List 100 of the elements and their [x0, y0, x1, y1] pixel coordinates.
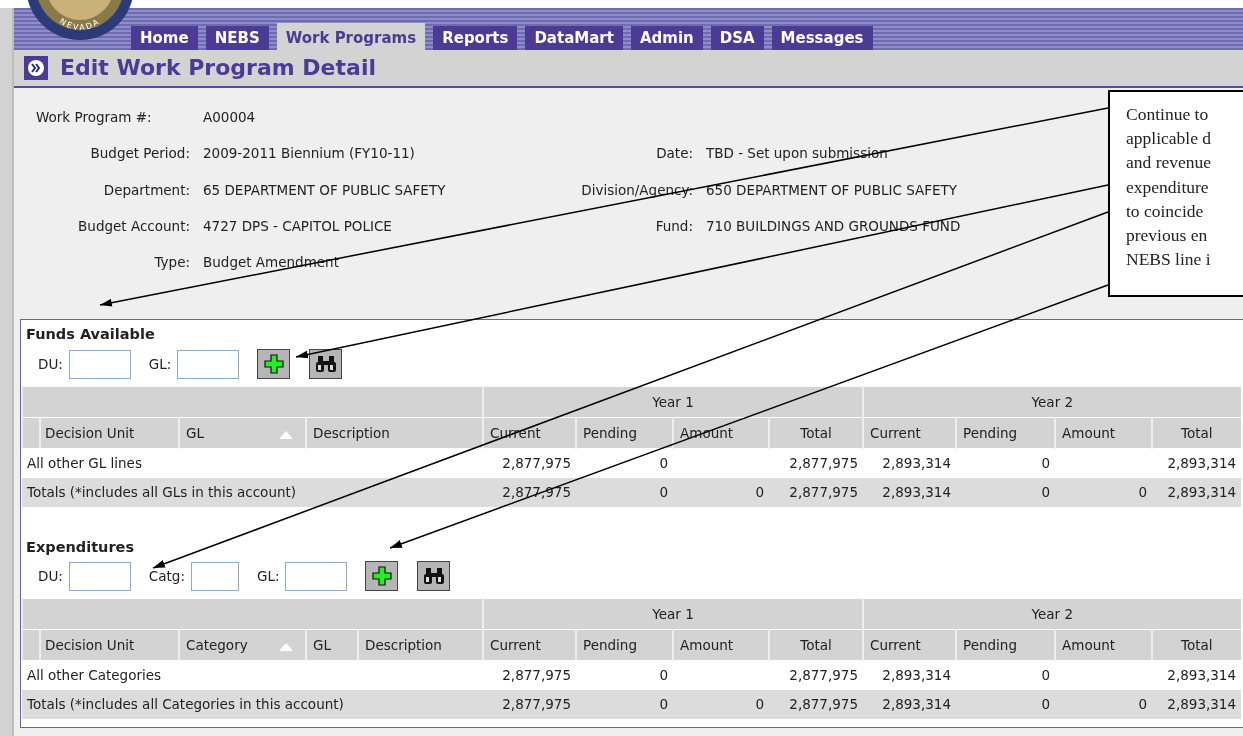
table-cell: 2,877,975 [483, 448, 577, 478]
field-label: GL: [256, 567, 280, 587]
section-title: Funds Available [25, 325, 156, 345]
field-value: 2009-2011 Biennium (FY10-11) [203, 144, 416, 164]
table-cell: 2,877,975 [769, 660, 864, 690]
input-field[interactable] [190, 561, 239, 591]
binoculars-icon [423, 567, 445, 586]
field-label: Type: [153, 253, 190, 272]
field-value: 650 DEPARTMENT OF PUBLIC SAFETY [706, 180, 958, 200]
search-button[interactable] [417, 561, 451, 592]
column-group-header: Year 1 [483, 598, 864, 630]
callout-text: NEBS line i [1126, 248, 1211, 272]
field-value: 4727 DPS - CAPITOL POLICE [203, 216, 393, 236]
field-value: 65 DEPARTMENT OF PUBLIC SAFETY [203, 180, 447, 200]
expand-icon[interactable] [24, 56, 48, 80]
table-cell: 0 [673, 477, 770, 507]
column-header[interactable]: Pending [576, 417, 674, 449]
field-label: DU: [38, 354, 63, 374]
add-button[interactable] [257, 349, 291, 379]
input-field[interactable] [285, 561, 348, 591]
table-cell: 0 [956, 660, 1056, 690]
column-header[interactable]: Total [1152, 417, 1242, 449]
table-cell: 2,893,314 [1152, 477, 1242, 507]
column-header[interactable]: Category [179, 629, 306, 661]
column-header[interactable]: Pending [576, 629, 673, 661]
column-header[interactable]: Total [769, 417, 864, 449]
table-cell: Totals (*includes all GLs in this account) [22, 477, 306, 507]
table-cell: 2,893,314 [863, 660, 957, 690]
table-cell: 2,877,975 [483, 660, 576, 690]
column-header[interactable]: GL [306, 629, 358, 661]
nav-tab[interactable]: Reports [433, 26, 518, 50]
callout-text: and revenue [1126, 151, 1212, 175]
nav-tab[interactable]: Messages [771, 26, 873, 50]
table-cell: 0 [956, 448, 1056, 478]
table-cell: 2,893,314 [863, 448, 957, 478]
column-header[interactable]: Current [483, 629, 576, 661]
table-cell: Totals (*includes all Categories in this account) [22, 689, 358, 719]
table-cell: 0 [576, 689, 673, 719]
column-header[interactable]: Total [1152, 629, 1242, 661]
table-cell: 0 [673, 689, 769, 719]
field-label: Date: [655, 144, 693, 164]
column-header[interactable]: Pending [956, 629, 1056, 661]
field-label: Catg: [148, 567, 185, 587]
table-cell: 2,893,314 [1152, 689, 1242, 719]
input-field[interactable] [68, 349, 131, 379]
callout-text: previous en [1126, 224, 1208, 247]
field-label: DU: [38, 567, 63, 587]
callout-text: Continue to [1126, 103, 1209, 126]
plus-icon [371, 565, 393, 588]
column-group-header: Year 2 [863, 386, 1242, 418]
field-value: 710 BUILDINGS AND GROUNDS FUND [706, 216, 962, 236]
field-label: Budget Period: [89, 144, 190, 164]
nav-tab[interactable]: Home [131, 26, 198, 50]
table-cell: 0 [1055, 477, 1153, 507]
table-cell: 0 [576, 477, 674, 507]
nav-tab[interactable]: Admin [630, 26, 703, 50]
nav-tab[interactable]: DSA [710, 26, 764, 50]
table-cell: 0 [576, 448, 674, 478]
input-field[interactable] [68, 561, 131, 591]
table-cell: All other Categories [22, 660, 179, 690]
column-group-header: Year 2 [863, 598, 1242, 630]
nav-tab[interactable]: NEBS [205, 26, 269, 50]
column-header[interactable]: Total [769, 629, 864, 661]
column-header[interactable]: Description [358, 629, 483, 661]
column-group-header: Year 1 [483, 386, 864, 418]
table-cell: 2,877,975 [769, 477, 864, 507]
column-header[interactable]: Decision Unit [22, 417, 179, 449]
table-cell: 2,893,314 [863, 477, 957, 507]
input-field[interactable] [177, 349, 240, 379]
table-cell: 2,893,314 [1152, 660, 1242, 690]
column-header[interactable]: GL [179, 417, 306, 449]
table-cell: 2,893,314 [863, 689, 957, 719]
table-cell: 0 [956, 689, 1056, 719]
search-button[interactable] [309, 349, 343, 379]
add-button[interactable] [365, 561, 399, 592]
nav-tab[interactable]: Work Programs [276, 23, 426, 50]
column-header[interactable]: Amount [1055, 629, 1153, 661]
table-cell: 0 [956, 477, 1056, 507]
table-cell: 2,877,975 [769, 448, 864, 478]
field-label: Work Program #: [35, 108, 153, 127]
field-label: Division/Agency: [580, 180, 693, 200]
table-cell: 2,877,975 [483, 689, 576, 719]
column-header[interactable]: Description [306, 417, 484, 449]
nav-tab[interactable]: DataMart [525, 26, 623, 50]
field-label: Fund: [654, 216, 693, 236]
column-header[interactable]: Decision Unit [22, 629, 179, 661]
column-header[interactable]: Amount [1055, 417, 1153, 449]
column-header[interactable]: Current [863, 417, 957, 449]
field-label: Department: [102, 180, 190, 200]
binoculars-icon [314, 355, 337, 373]
column-header[interactable]: Current [863, 629, 957, 661]
table-cell: 0 [576, 660, 673, 690]
column-header[interactable]: Pending [956, 417, 1056, 449]
callout-text: to coincide [1126, 199, 1204, 223]
field-value: A00004 [203, 108, 257, 127]
field-label: Budget Account: [77, 216, 190, 236]
table-cell: All other GL lines [22, 448, 179, 478]
callout-text: applicable d [1126, 127, 1212, 151]
table-cell: 2,877,975 [769, 689, 864, 719]
column-header[interactable]: Amount [673, 629, 769, 661]
